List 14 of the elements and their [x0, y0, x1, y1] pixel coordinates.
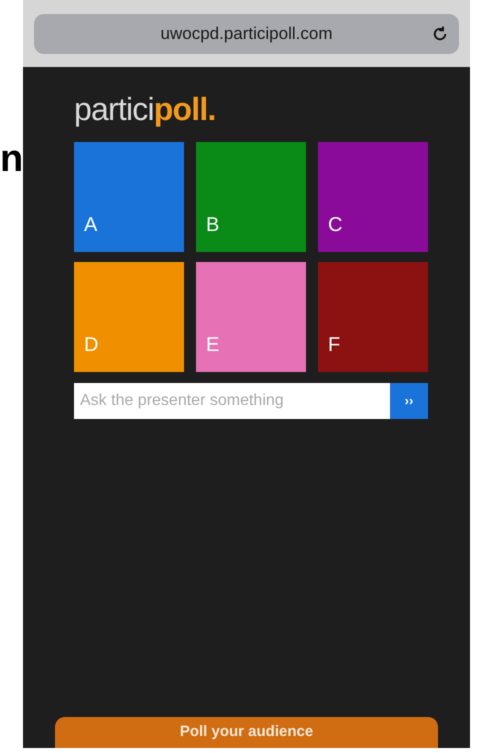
send-button[interactable]: ›› — [390, 383, 428, 419]
answer-tile[interactable]: E — [196, 262, 306, 372]
url-text: uwocpd.participoll.com — [160, 22, 334, 45]
answer-tile[interactable]: F — [318, 262, 428, 372]
cut-letter: n — [0, 140, 23, 178]
question-field[interactable]: Ask the presenter something — [74, 383, 390, 419]
reload-icon[interactable] — [431, 24, 449, 42]
answer-tile[interactable]: D — [74, 262, 184, 372]
address-bar[interactable]: uwocpd.participoll.com — [34, 14, 459, 54]
answer-tile[interactable]: C — [318, 142, 428, 252]
answer-tile[interactable]: A — [74, 142, 184, 252]
poll-audience-button[interactable]: Poll your audience — [55, 717, 438, 748]
answer-tile[interactable]: B — [196, 142, 306, 252]
logo: participoll. — [74, 91, 216, 127]
